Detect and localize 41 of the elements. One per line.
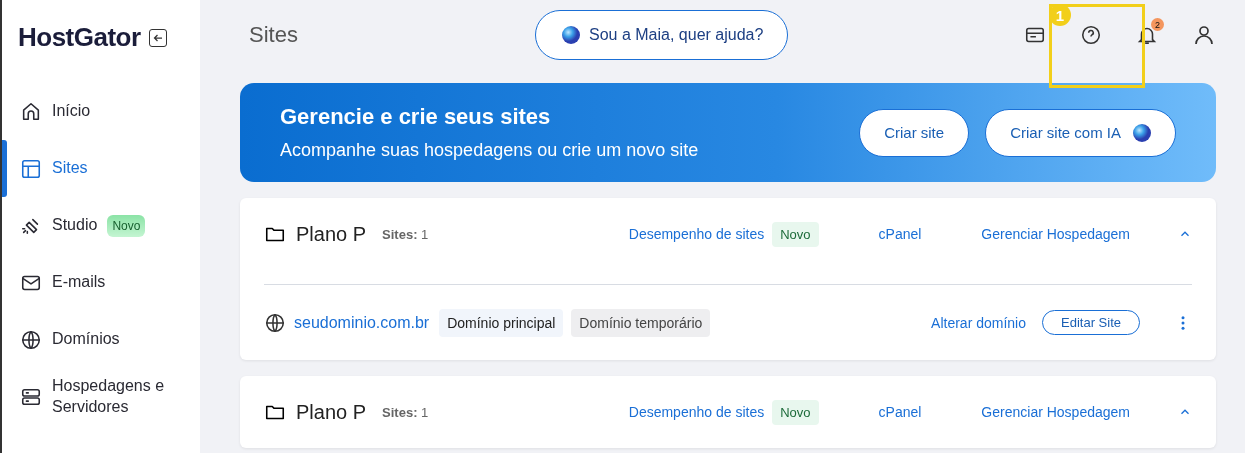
performance-link[interactable]: Desempenho de sites <box>628 404 765 420</box>
new-badge: Novo <box>772 399 819 425</box>
performance-link[interactable]: Desempenho de sites <box>628 226 765 242</box>
banner-title: Gerencie e crie seus sites <box>280 104 552 130</box>
collapse-sidebar-icon[interactable] <box>148 28 167 47</box>
banner-subtitle: Acompanhe suas hospedagens ou crie um novo site <box>280 140 699 161</box>
domain-tag: Domínio principal <box>439 308 564 337</box>
layout-icon <box>20 157 42 180</box>
page-title: Sites <box>248 22 299 48</box>
nav-item[interactable]: Sites <box>2 140 200 197</box>
orb-icon <box>1133 123 1151 142</box>
edit-site-button[interactable]: Editar Site <box>1042 310 1140 335</box>
cpanel-link[interactable]: cPanel <box>878 404 922 420</box>
sites-count: Sites: 1 <box>382 404 429 420</box>
domain-link[interactable]: seudominio.com.br <box>294 313 430 332</box>
orb-icon <box>562 26 580 44</box>
nav-item[interactable]: Hospedagens e Servidores <box>2 368 200 425</box>
globe-icon <box>20 328 42 351</box>
nav-item[interactable]: Domínios <box>2 311 200 368</box>
logo: HostGator <box>18 22 141 53</box>
create-site-ai-button[interactable]: Criar site com IA <box>985 108 1176 157</box>
nav-item[interactable]: E-mails <box>2 254 200 311</box>
domain-tag: Domínio temporário <box>571 308 711 337</box>
manage-hosting-link[interactable]: Gerenciar Hospedagem <box>981 404 1130 420</box>
sites-count: Sites: 1 <box>382 226 429 242</box>
change-domain-link[interactable]: Alterar domínio <box>931 314 1026 331</box>
create-site-button[interactable]: Criar site <box>859 108 970 157</box>
nav-item[interactable]: Início <box>2 83 200 140</box>
nav-item[interactable]: Studio Novo <box>2 197 200 254</box>
manage-hosting-link[interactable]: Gerenciar Hospedagem <box>981 226 1130 242</box>
new-badge: Novo <box>107 214 146 237</box>
assistant-button[interactable]: Sou a Maia, quer ajuda? <box>535 10 789 60</box>
plan-name: Plano P <box>296 400 367 424</box>
cpanel-link[interactable]: cPanel <box>878 226 922 242</box>
new-badge: Novo <box>772 221 819 247</box>
globe-icon <box>264 311 286 334</box>
help-icon[interactable] <box>1080 24 1102 46</box>
plan-name: Plano P <box>296 222 367 246</box>
home-icon <box>20 100 42 123</box>
user-icon[interactable] <box>1192 23 1216 47</box>
notification-count: 2 <box>1151 18 1164 31</box>
